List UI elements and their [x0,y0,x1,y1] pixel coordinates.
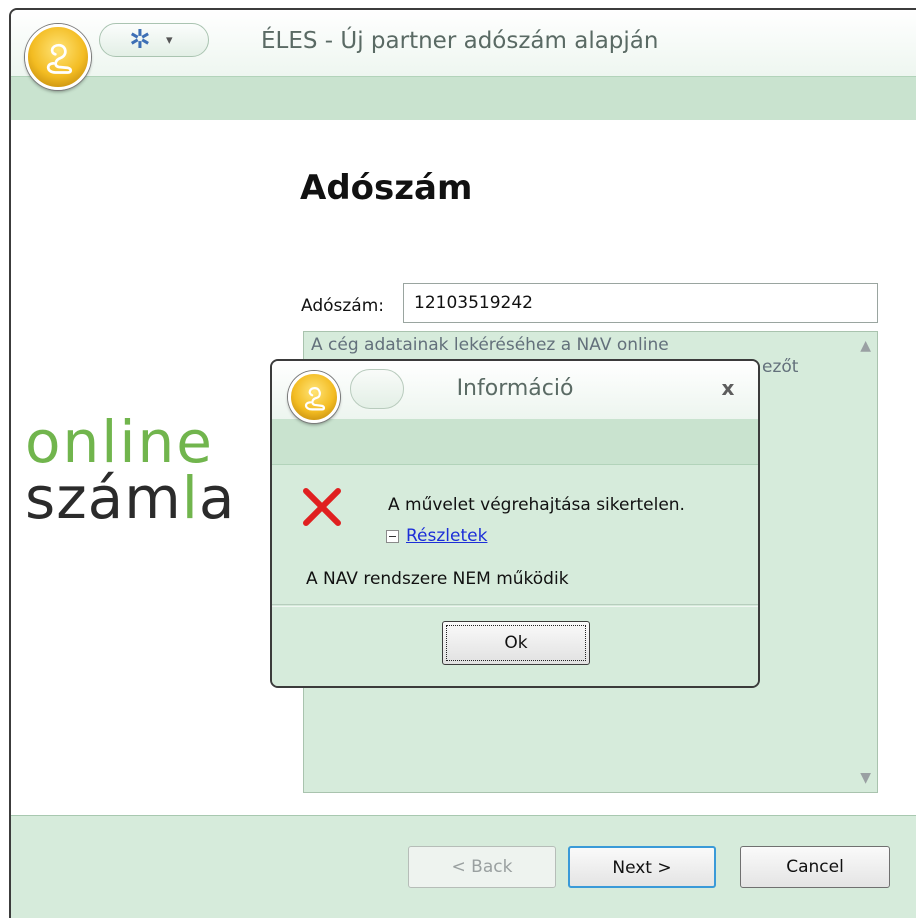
wizard-footer: < Back Next > Cancel [11,815,916,918]
dialog-ribbon [272,419,758,465]
dialog-body: A művelet végrehajtása sikertelen. Részl… [272,465,758,605]
nav-status-message: A NAV rendszere NEM működik [306,569,569,589]
onlineszamla-logo: online számla [25,408,275,527]
info-text: A cég adatainak lekéréséhez a NAV online [311,334,841,356]
cancel-button[interactable]: Cancel [740,846,890,888]
scroll-up-arrow-icon[interactable]: ▲ [860,338,871,354]
ribbon-bar [11,76,916,120]
error-message: A művelet végrehajtása sikertelen. [388,495,685,515]
close-icon[interactable]: x [714,373,742,403]
logo-accent-letter: l [181,464,199,532]
collapse-minus-icon[interactable] [386,530,399,543]
tax-number-label: Adószám: [301,296,385,316]
quick-access-toolbar[interactable] [99,23,209,57]
dialog-title: Információ [456,376,574,401]
info-text-line: A cég adatainak lekéréséhez a NAV online [311,335,669,355]
ok-button[interactable]: Ok [442,621,590,665]
dialog-title-bar: Információ x [272,361,758,419]
tax-number-input[interactable]: 12103519242 [403,283,878,323]
cobra-orb-icon [288,371,340,423]
window-title: ÉLES - Új partner adószám alapján [261,28,659,54]
cobra-glyph [46,43,73,74]
details-link[interactable]: Részletek [406,523,487,549]
dialog-footer: Ok [272,606,758,686]
cobra-glyph [304,387,326,411]
scroll-down-arrow-icon[interactable]: ▼ [860,770,871,786]
logo-line-2: számla [25,469,275,527]
back-button[interactable]: < Back [408,846,556,888]
cobra-orb-icon[interactable] [25,24,91,90]
gear-icon[interactable]: ✲ [129,23,151,57]
logo-text: szám [25,464,182,532]
logo-text-suffix: a [198,464,236,532]
info-text-fragment: ezőt [762,357,799,377]
page-title: Adószám [300,168,473,208]
info-dialog: Információ x A művelet végrehajtása sike… [270,359,760,688]
error-x-icon [303,488,341,526]
title-bar: ✲ ▾ ÉLES - Új partner adószám alapján [11,10,916,76]
logo-line-1: online [25,408,214,476]
next-button[interactable]: Next > [568,846,716,888]
ok-button-label: Ok [504,633,528,653]
chevron-down-icon[interactable]: ▾ [166,23,173,59]
